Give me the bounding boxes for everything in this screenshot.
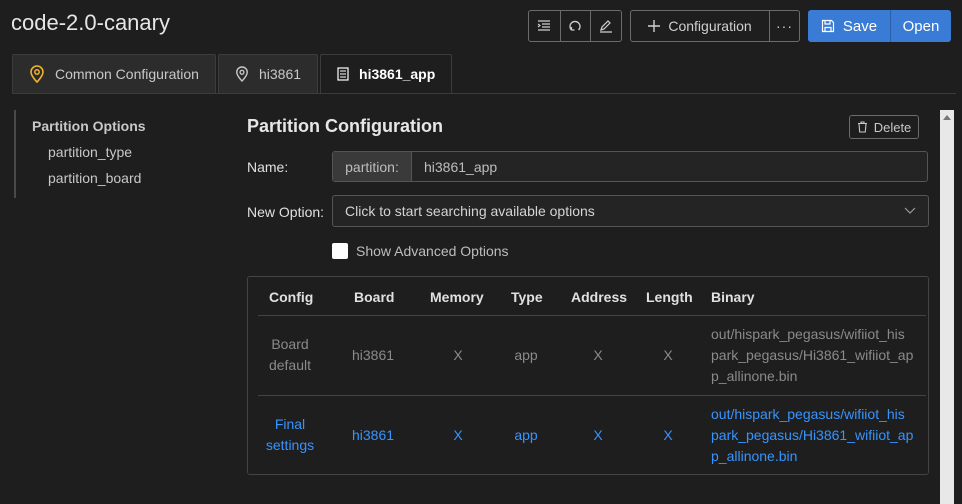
- edit-button[interactable]: [590, 11, 621, 41]
- table-row-1-config: Final settings: [250, 414, 330, 456]
- binary-line: out/hispark_pegasus/wifiiot_his: [711, 406, 905, 422]
- table-row-0-type: app: [514, 347, 538, 363]
- sidebar-item-partition-board[interactable]: partition_board: [48, 170, 141, 186]
- new-option-label: New Option:: [247, 204, 325, 220]
- save-open-group: Save Open: [808, 10, 951, 42]
- binary-line: park_pegasus/Hi3861_wifiiot_ap: [711, 347, 914, 363]
- delete-button[interactable]: Delete: [849, 115, 919, 139]
- save-icon: [821, 19, 834, 33]
- delete-label: Delete: [873, 119, 912, 135]
- table-row-1-type: app: [514, 427, 538, 443]
- advanced-options-label[interactable]: Show Advanced Options: [356, 243, 509, 259]
- name-value[interactable]: hi3861_app: [412, 152, 497, 181]
- table-row-1-binary: out/hispark_pegasus/wifiiot_his park_peg…: [711, 404, 913, 467]
- more-button[interactable]: ···: [769, 11, 799, 41]
- tab-hi3861-app[interactable]: hi3861_app: [320, 54, 453, 93]
- sidebar: Partition Options partition_type partiti…: [14, 110, 146, 198]
- binary-line: p_allinone.bin: [711, 448, 798, 464]
- vertical-scrollbar[interactable]: [940, 110, 954, 504]
- column-header: Memory: [430, 289, 484, 305]
- config-line: default: [268, 357, 312, 373]
- advanced-options-checkbox[interactable]: [332, 243, 348, 259]
- binary-line: p_allinone.bin: [711, 368, 798, 384]
- app-title: code-2.0-canary: [11, 10, 170, 35]
- sidebar-item-partition-type[interactable]: partition_type: [48, 144, 132, 160]
- tab-divider: [12, 93, 956, 94]
- pencil-icon: [600, 20, 613, 33]
- table-row-0-binary: out/hispark_pegasus/wifiiot_his park_peg…: [711, 324, 913, 387]
- column-header: Address: [571, 289, 628, 305]
- partition-icon: [337, 67, 349, 81]
- refresh-button[interactable]: [559, 11, 591, 41]
- binary-line: park_pegasus/Hi3861_wifiiot_ap: [711, 427, 914, 443]
- tab-hi3861[interactable]: hi3861: [217, 54, 319, 93]
- scroll-up-arrow-icon[interactable]: [943, 115, 951, 120]
- location-pin-icon: [236, 66, 248, 82]
- tab-label: hi3861: [258, 66, 302, 82]
- name-field[interactable]: partition: hi3861_app: [332, 151, 928, 182]
- row-divider: [258, 395, 926, 396]
- partition-table: Config Board Memory Type Address Length …: [247, 276, 929, 475]
- name-label: Name:: [247, 159, 289, 175]
- table-row-1-memory: X: [453, 427, 463, 443]
- config-line: settings: [265, 437, 315, 453]
- list-icon: [537, 20, 551, 31]
- name-prefix: partition:: [333, 152, 412, 181]
- location-pin-icon: [30, 65, 44, 83]
- column-header: Board: [354, 289, 395, 305]
- tab-common-configuration[interactable]: Common Configuration: [12, 54, 216, 93]
- add-configuration-label: Configuration: [668, 18, 752, 34]
- view-toolbar: [528, 10, 622, 42]
- column-header: Config: [269, 289, 314, 305]
- refresh-icon: [569, 20, 582, 31]
- list-view-button[interactable]: [529, 11, 560, 41]
- new-option-select[interactable]: Click to start searching available optio…: [332, 195, 929, 227]
- tab-bar: Common Configuration hi3861 hi3861_app: [12, 54, 453, 93]
- table-row-0-memory: X: [453, 347, 463, 363]
- trash-icon: [857, 121, 867, 133]
- table-row-0-length: X: [663, 347, 673, 363]
- chevron-down-icon: [904, 207, 916, 214]
- binary-line: out/hispark_pegasus/wifiiot_his: [711, 326, 905, 342]
- table-row-0-config: Board default: [250, 334, 330, 376]
- table-row-1-board: hi3861: [351, 427, 395, 443]
- plus-icon: [648, 20, 661, 32]
- open-button[interactable]: Open: [890, 10, 951, 42]
- save-button[interactable]: Save: [808, 10, 890, 42]
- column-header: Length: [646, 289, 693, 305]
- tab-label: Common Configuration: [55, 66, 199, 82]
- table-row-0-address: X: [593, 347, 603, 363]
- column-header: Type: [511, 289, 543, 305]
- table-row-0-board: hi3861: [351, 347, 395, 363]
- config-line: Final: [274, 416, 306, 432]
- table-row-1-length: X: [663, 427, 673, 443]
- sidebar-heading[interactable]: Partition Options: [32, 118, 146, 134]
- save-label: Save: [842, 17, 878, 35]
- config-line: Board: [271, 336, 309, 352]
- configuration-toolbar: Configuration ···: [630, 10, 800, 42]
- column-header: Binary: [711, 289, 755, 305]
- new-option-placeholder: Click to start searching available optio…: [345, 203, 595, 219]
- tab-label: hi3861_app: [359, 66, 436, 82]
- row-divider: [258, 315, 926, 316]
- page-title: Partition Configuration: [247, 116, 443, 136]
- table-row-1-address: X: [593, 427, 603, 443]
- add-configuration-button[interactable]: Configuration: [631, 11, 769, 41]
